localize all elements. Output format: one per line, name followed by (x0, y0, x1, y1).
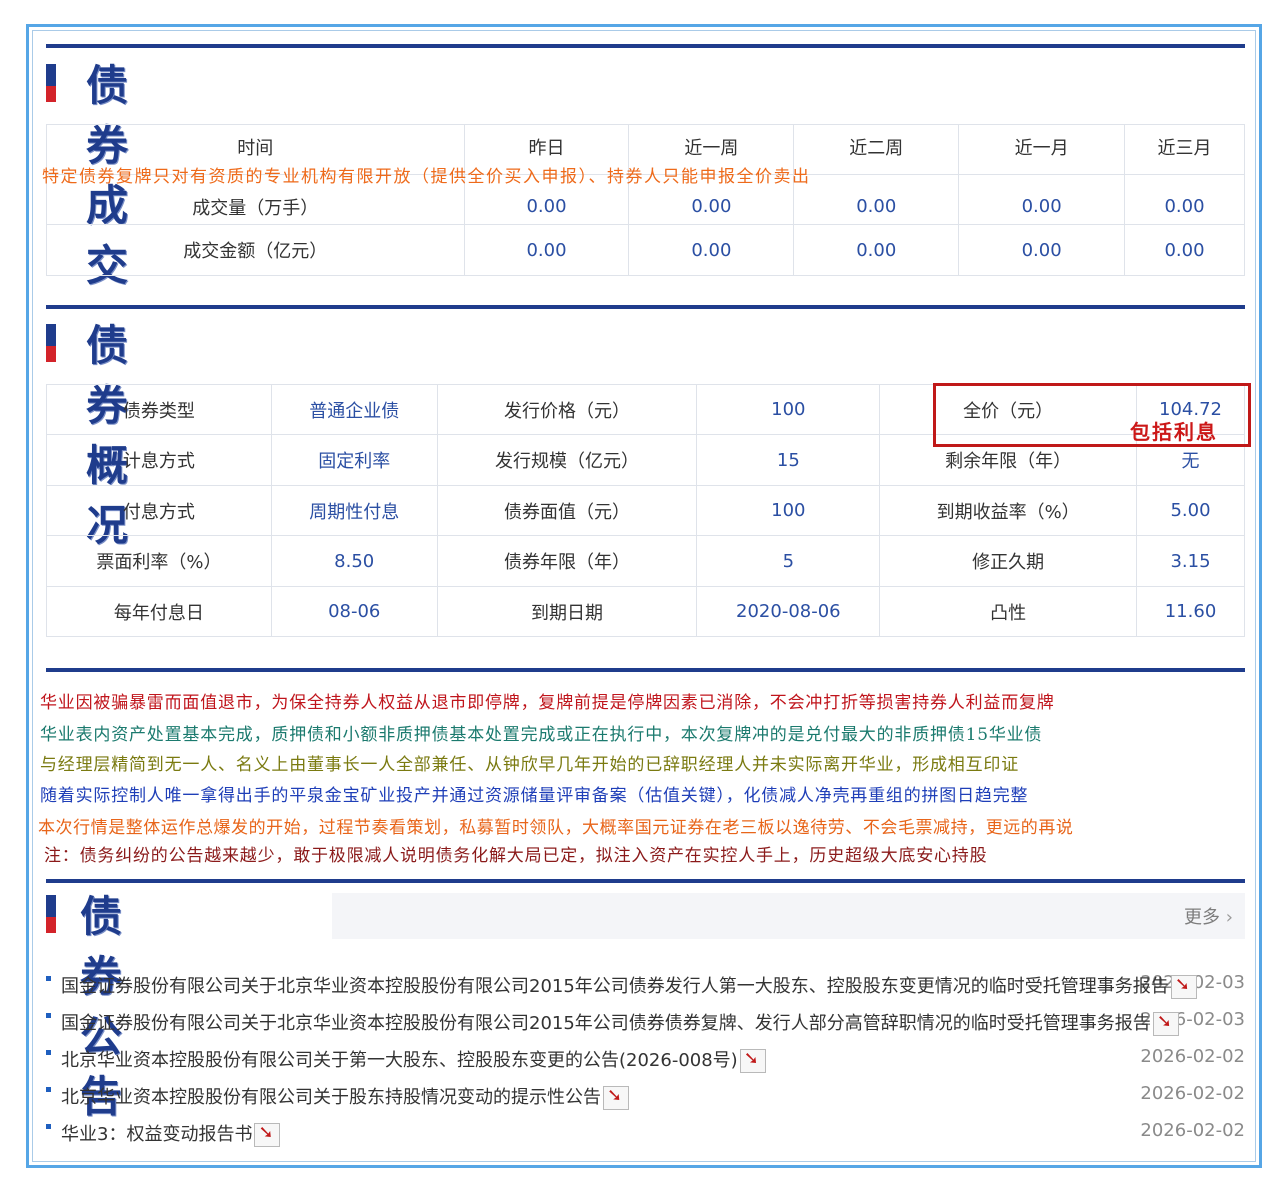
chevron-right-icon: › (1220, 907, 1233, 928)
section-divider (46, 668, 1245, 672)
download-icon[interactable] (1170, 974, 1197, 999)
section-marker-icon (46, 64, 56, 102)
trade-cell: 0.00 (958, 174, 1126, 225)
overview-label: 每年付息日 (46, 586, 272, 637)
full-price-note: 包括利息 (1130, 420, 1218, 444)
overview-value: 5.00 (1136, 485, 1245, 536)
overview-label: 发行规模（亿元） (436, 434, 698, 486)
announcement-link[interactable]: 国金证券股份有限公司关于北京华业资本控股股份有限公司2015年公司债券债券复牌、… (61, 1009, 1179, 1036)
trade-cell: 0.00 (793, 174, 960, 225)
overview-value: 2020-08-06 (696, 586, 881, 637)
overview-label: 发行价格（元） (436, 384, 698, 435)
announcement-title: 华业3：权益变动报告书 (61, 1124, 253, 1145)
announcement-list: 国金证券股份有限公司关于北京华业资本控股股份有限公司2015年公司债券发行人第一… (46, 968, 1245, 1153)
trade-cell: 0.00 (463, 224, 630, 276)
overview-label: 票面利率（%） (46, 535, 272, 587)
download-icon[interactable] (254, 1122, 281, 1147)
announcement-link[interactable]: 北京华业资本控股股份有限公司关于股东持股情况变动的提示性公告 (61, 1083, 629, 1110)
comment-line: 注：债务纠纷的公告越来越少，敢于极限减人说明债务化解大局已定，拟注入资产在实控人… (44, 846, 988, 866)
trade-cell: 0.00 (1124, 224, 1245, 276)
download-icon[interactable] (603, 1085, 629, 1110)
overview-value: 5 (696, 535, 881, 587)
bullet-icon (46, 1124, 51, 1129)
trade-cell: 0.00 (1124, 174, 1245, 225)
section-marker-icon (46, 895, 56, 933)
announcement-date: 2026-02-02 (1140, 1083, 1245, 1104)
overview-label: 凸性 (879, 586, 1138, 637)
overview-value: 15 (696, 434, 881, 486)
comment-line: 本次行情是整体运作总爆发的开始，过程节奏看策划，私募暂时领队，大概率国元证券在老… (38, 818, 1074, 838)
overview-label: 修正久期 (879, 535, 1138, 587)
trade-cell: 0.00 (793, 224, 960, 276)
trade-header-cell: 近三月 (1124, 124, 1245, 175)
overview-value: 100 (696, 384, 881, 435)
download-icon[interactable] (1152, 1011, 1179, 1036)
trade-header-cell: 近二周 (793, 124, 960, 175)
overview-value: 普通企业债 (270, 384, 438, 435)
comment-line: 与经理层精简到无一人、名义上由董事长一人全部兼任、从钟欣早几年开始的已辞职经理人… (40, 755, 1019, 775)
announcement-date: 2026-02-02 (1140, 1046, 1245, 1067)
overview-value: 3.15 (1136, 535, 1245, 587)
section-divider (46, 44, 1245, 48)
announcement-title: 北京华业资本控股股份有限公司关于股东持股情况变动的提示性公告 (61, 1087, 601, 1108)
download-icon[interactable] (739, 1048, 766, 1073)
table-row: 付息方式 周期性付息 债券面值（元） 100 到期收益率（%） 5.00 (46, 485, 1245, 536)
section-marker-icon (46, 324, 56, 362)
announcement-title: 北京华业资本控股股份有限公司关于第一大股东、控股股东变更的公告(2026-008… (61, 1050, 738, 1071)
announcement-link[interactable]: 北京华业资本控股股份有限公司关于第一大股东、控股股东变更的公告(2026-008… (61, 1046, 766, 1073)
overview-value: 11.60 (1136, 586, 1245, 637)
table-row: 票面利率（%） 8.50 债券年限（年） 5 修正久期 3.15 (46, 535, 1245, 587)
table-row: 每年付息日 08-06 到期日期 2020-08-06 凸性 11.60 (46, 586, 1245, 637)
bullet-icon (46, 1087, 51, 1092)
trade-header-cell: 近一月 (958, 124, 1126, 175)
announcement-date: 2026-02-02 (1140, 1120, 1245, 1141)
announcement-link[interactable]: 华业3：权益变动报告书 (61, 1120, 281, 1147)
overview-value: 8.50 (270, 535, 438, 587)
overview-label: 债券年限（年） (436, 535, 698, 587)
announcement-title: 国金证券股份有限公司关于北京华业资本控股股份有限公司2015年公司债券发行人第一… (61, 976, 1169, 997)
overview-label: 到期收益率（%） (879, 485, 1138, 536)
overview-label: 付息方式 (46, 485, 272, 536)
bullet-icon (46, 1050, 51, 1055)
overview-value: 周期性付息 (270, 485, 438, 536)
more-label: 更多 (1184, 907, 1220, 928)
announcement-link[interactable]: 国金证券股份有限公司关于北京华业资本控股股份有限公司2015年公司债券发行人第一… (61, 972, 1197, 999)
trade-cell: 0.00 (628, 224, 795, 276)
trade-notice: 特定债券复牌只对有资质的专业机构有限开放（提供全价买入申报）、持券人只能申报全价… (42, 167, 811, 187)
overview-value: 08-06 (270, 586, 438, 637)
list-item: 国金证券股份有限公司关于北京华业资本控股股份有限公司2015年公司债券债券复牌、… (46, 1005, 1245, 1042)
trade-cell: 0.00 (958, 224, 1126, 276)
bullet-icon (46, 1013, 51, 1018)
table-row: 成交金额（亿元） 0.00 0.00 0.00 0.00 0.00 (46, 224, 1245, 276)
section-divider (46, 305, 1245, 309)
announcement-title: 国金证券股份有限公司关于北京华业资本控股股份有限公司2015年公司债券债券复牌、… (61, 1013, 1151, 1034)
section-divider (46, 879, 1245, 883)
bullet-icon (46, 976, 51, 981)
overview-value: 100 (696, 485, 881, 536)
list-item: 北京华业资本控股股份有限公司关于第一大股东、控股股东变更的公告(2026-008… (46, 1042, 1245, 1079)
comment-line: 华业因被骗暴雷而面值退市，为保全持券人权益从退市即停牌，复牌前提是停牌因素已消除… (40, 693, 1055, 713)
overview-value: 固定利率 (270, 434, 438, 486)
trade-table: 时间 昨日 近一周 近二周 近一月 近三月 成交量（万手） 0.00 0.00 … (46, 124, 1245, 276)
list-item: 北京华业资本控股股份有限公司关于股东持股情况变动的提示性公告 2026-02-0… (46, 1079, 1245, 1116)
trade-row-label: 成交金额（亿元） (46, 224, 465, 276)
list-item: 华业3：权益变动报告书 2026-02-02 (46, 1116, 1245, 1153)
more-link[interactable]: 更多 › (1184, 903, 1233, 929)
comment-line: 华业表内资产处置基本完成，质押债和小额非质押债基本处置完成或正在执行中，本次复牌… (40, 725, 1043, 745)
comment-line: 随着实际控制人唯一拿得出手的平泉金宝矿业投产并通过资源储量评审备案（估值关键），… (40, 786, 1029, 806)
overview-label: 债券类型 (46, 384, 272, 435)
overview-label: 到期日期 (436, 586, 698, 637)
list-item: 国金证券股份有限公司关于北京华业资本控股股份有限公司2015年公司债券发行人第一… (46, 968, 1245, 1005)
overview-label: 债券面值（元） (436, 485, 698, 536)
announce-header-bar (332, 893, 1245, 939)
overview-label: 计息方式 (46, 434, 272, 486)
